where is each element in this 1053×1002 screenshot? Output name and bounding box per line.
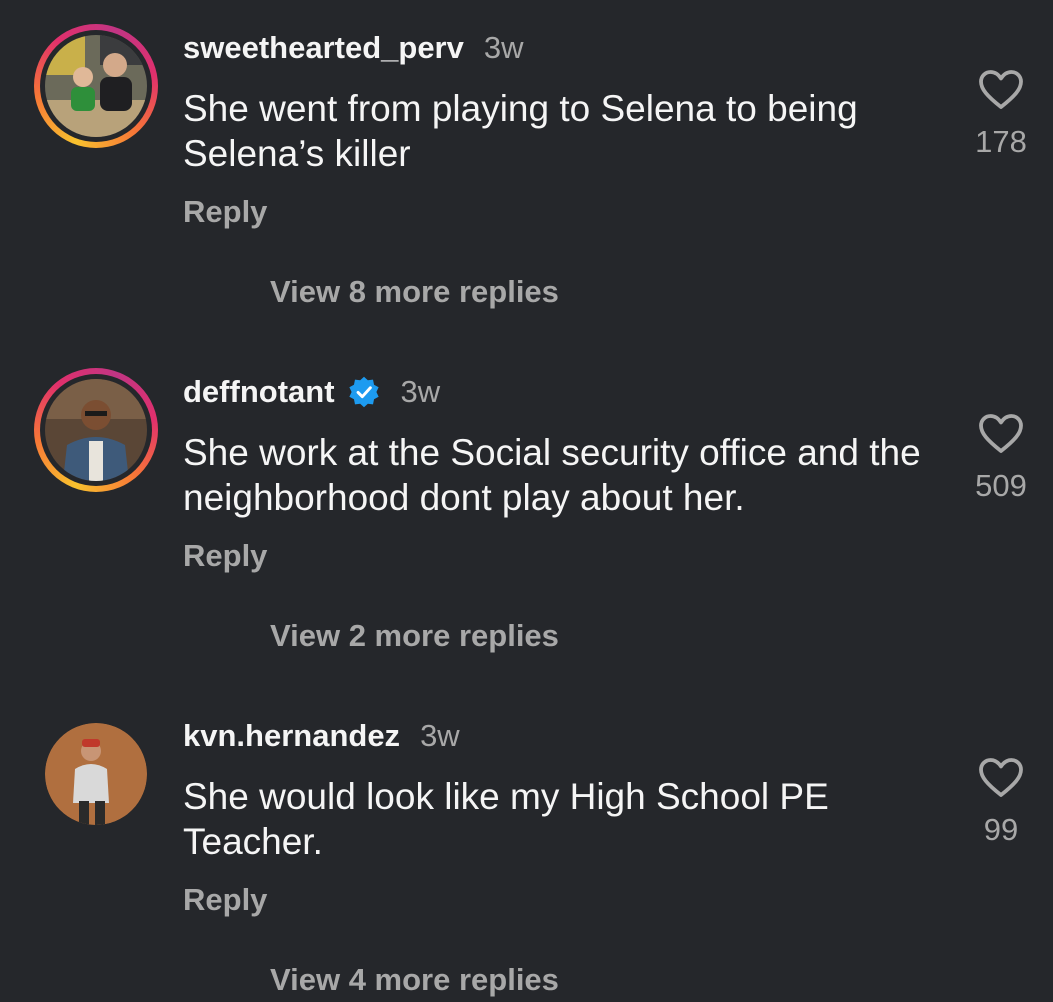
comment-text: She would look like my High School PE Te…: [183, 776, 829, 862]
heart-outline-icon[interactable]: [977, 754, 1025, 802]
reply-button[interactable]: Reply: [183, 882, 267, 918]
like-count: 509: [975, 468, 1027, 503]
comment-time: 3w: [420, 718, 460, 753]
like-control: 509: [960, 410, 1042, 504]
username[interactable]: deffnotant: [183, 374, 335, 410]
avatar-photo: [45, 35, 147, 137]
view-more-replies-button[interactable]: View 2 more replies: [270, 618, 559, 654]
avatar[interactable]: [45, 723, 147, 825]
comment-item: deffnotant 3w She work at the Social sec…: [0, 344, 1053, 688]
like-count: 178: [975, 124, 1027, 159]
avatar-photo: [45, 723, 147, 825]
like-count: 99: [983, 812, 1019, 847]
comment-text: She work at the Social security office a…: [183, 432, 921, 518]
avatar[interactable]: [40, 30, 152, 142]
avatar[interactable]: [40, 374, 152, 486]
like-control: 178: [960, 66, 1042, 160]
view-more-replies-button[interactable]: View 4 more replies: [270, 962, 559, 998]
view-more-replies-button[interactable]: View 8 more replies: [270, 274, 559, 310]
comments-list: sweethearted_perv 3w She went from playi…: [0, 0, 1053, 1002]
reply-button[interactable]: Reply: [183, 194, 267, 230]
comment-header: deffnotant 3w: [183, 372, 440, 412]
comment-time: 3w: [483, 30, 524, 65]
avatar-story-ring[interactable]: [34, 24, 158, 148]
avatar-wrapper[interactable]: [34, 712, 158, 836]
verified-badge-icon: [348, 376, 379, 408]
comment-item: kvn.hernandez 3w She would look like my …: [0, 688, 1053, 1002]
comment-header: sweethearted_perv 3w: [183, 28, 524, 68]
reply-button[interactable]: Reply: [183, 538, 267, 574]
username[interactable]: sweethearted_perv: [183, 30, 464, 66]
heart-outline-icon[interactable]: [977, 410, 1025, 458]
like-control: 99: [960, 754, 1042, 848]
avatar-photo: [45, 379, 147, 481]
comment-item: sweethearted_perv 3w She went from playi…: [0, 0, 1053, 344]
comment-header: kvn.hernandez 3w: [183, 716, 460, 756]
username[interactable]: kvn.hernandez: [183, 718, 400, 754]
avatar-story-ring[interactable]: [34, 368, 158, 492]
heart-outline-icon[interactable]: [977, 66, 1025, 114]
comment-time: 3w: [400, 374, 441, 409]
comment-text: She went from playing to Selena to being…: [183, 88, 858, 174]
